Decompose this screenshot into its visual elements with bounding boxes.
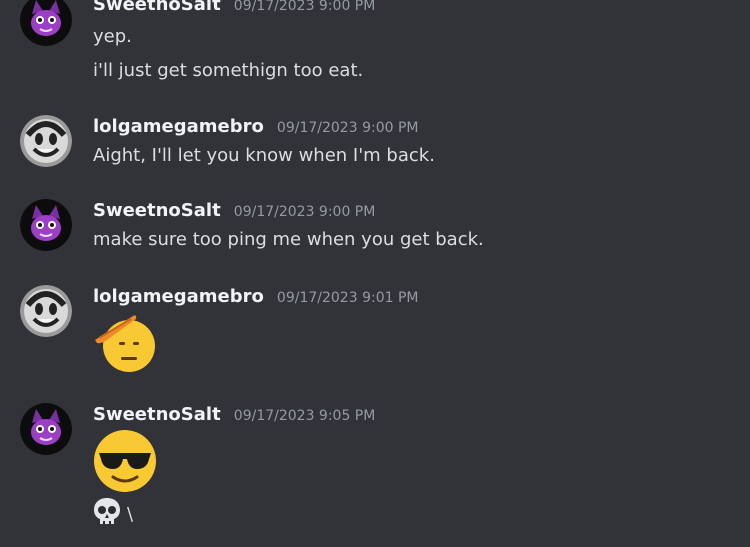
timestamp: 09/17/2023 9:05 PM [233,408,376,424]
message-text: Aight, I'll let you know when I'm back. [93,145,435,166]
message-text: \ [127,504,134,525]
skull-icon[interactable] [93,497,121,532]
chat-messages: SweetnoSalt 09/17/2023 9:00 PM yep. i'll… [0,0,750,547]
saluting-face-icon[interactable] [93,310,157,374]
username[interactable]: SweetnoSalt [93,200,221,221]
username[interactable]: SweetnoSalt [93,0,221,15]
message-header: lolgamegamebro 09/17/2023 9:00 PM [93,116,418,137]
message-header: SweetnoSalt 09/17/2023 9:00 PM [93,0,375,15]
username[interactable]: lolgamegamebro [93,286,264,307]
timestamp: 09/17/2023 9:00 PM [233,0,376,14]
message-text: yep. [93,26,132,47]
timestamp: 09/17/2023 9:00 PM [233,204,376,220]
timestamp: 09/17/2023 9:00 PM [276,120,419,136]
message-text: make sure too ping me when you get back. [93,229,484,250]
username[interactable]: lolgamegamebro [93,116,264,137]
username[interactable]: SweetnoSalt [93,404,221,425]
sunglasses-face-icon[interactable] [93,429,157,493]
message-header: SweetnoSalt 09/17/2023 9:05 PM [93,404,375,425]
avatar[interactable] [20,403,72,455]
avatar[interactable] [20,0,72,46]
message-line: \ [93,497,133,532]
timestamp: 09/17/2023 9:01 PM [276,290,419,306]
message-header: SweetnoSalt 09/17/2023 9:00 PM [93,200,375,221]
purple-cat-avatar-icon [20,199,72,251]
purple-cat-avatar-icon [20,403,72,455]
message-header: lolgamegamebro 09/17/2023 9:01 PM [93,286,418,307]
avatar[interactable] [20,199,72,251]
avatar[interactable] [20,115,72,167]
avatar[interactable] [20,285,72,337]
cartoon-face-avatar-icon [20,115,72,167]
purple-cat-avatar-icon [20,0,72,46]
cartoon-face-avatar-icon [20,285,72,337]
message-text: i'll just get somethign too eat. [93,60,364,81]
